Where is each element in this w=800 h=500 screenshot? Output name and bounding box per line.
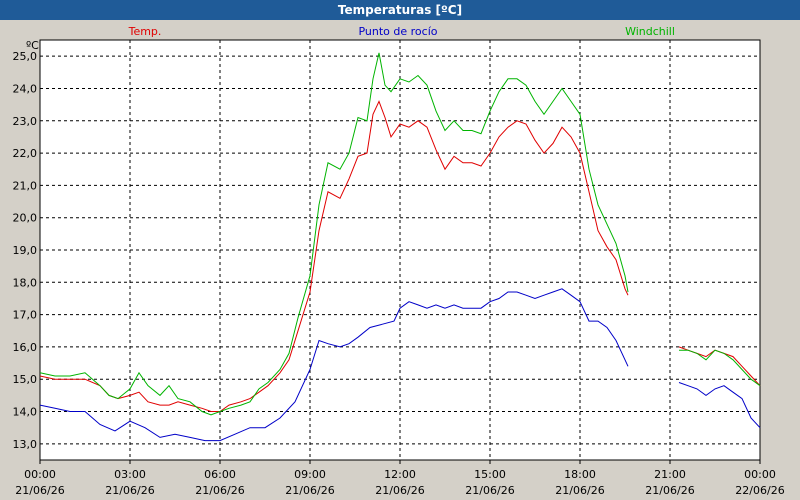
- legend-entry: Windchill: [625, 25, 675, 38]
- x-tick-time-label: 15:00: [474, 468, 506, 481]
- y-tick-label: 15,0: [13, 373, 38, 386]
- x-tick-time-label: 18:00: [564, 468, 596, 481]
- x-tick-time-label: 21:00: [654, 468, 686, 481]
- y-tick-label: 17,0: [13, 309, 38, 322]
- x-tick-date-label: 21/06/26: [195, 484, 244, 497]
- x-tick-time-label: 03:00: [114, 468, 146, 481]
- y-tick-label: 23,0: [13, 115, 38, 128]
- x-tick-date-label: 21/06/26: [465, 484, 514, 497]
- x-tick-time-label: 06:00: [204, 468, 236, 481]
- y-tick-label: 14,0: [13, 406, 38, 419]
- y-tick-label: 18,0: [13, 276, 38, 289]
- legend-entry: Punto de rocío: [358, 25, 437, 38]
- y-tick-label: 24,0: [13, 82, 38, 95]
- legend-entry: Temp.: [128, 25, 162, 38]
- x-tick-date-label: 21/06/26: [105, 484, 154, 497]
- y-tick-label: 19,0: [13, 244, 38, 257]
- x-tick-date-label: 21/06/26: [645, 484, 694, 497]
- x-tick-time-label: 09:00: [294, 468, 326, 481]
- x-tick-date-label: 21/06/26: [15, 484, 64, 497]
- temperature-chart: 25,0 24,0 23,0 22,0 21,0 20,0 19,0 18,0 17,0 16,0…: [13, 25, 785, 497]
- x-tick-date-label: 21/06/26: [285, 484, 334, 497]
- x-tick-date-label: 22/06/26: [735, 484, 784, 497]
- x-tick-date-label: 21/06/26: [375, 484, 424, 497]
- chart-window: Temperaturas [ºC] 25,0 24,0 23,0 22,0 21,0 20…: [0, 0, 800, 500]
- y-axis-unit-label: ºC: [26, 39, 39, 52]
- y-tick-label: 25,0: [13, 50, 38, 63]
- x-tick-date-label: 21/06/26: [555, 484, 604, 497]
- x-tick-time-label: 00:00: [24, 468, 56, 481]
- chart-title: Temperaturas [ºC]: [0, 0, 800, 20]
- y-tick-label: 20,0: [13, 212, 38, 225]
- x-tick-time-label: 00:00: [744, 468, 776, 481]
- y-tick-label: 16,0: [13, 341, 38, 354]
- y-tick-label: 13,0: [13, 438, 38, 451]
- y-tick-label: 22,0: [13, 147, 38, 160]
- y-tick-label: 21,0: [13, 179, 38, 192]
- x-tick-time-label: 12:00: [384, 468, 416, 481]
